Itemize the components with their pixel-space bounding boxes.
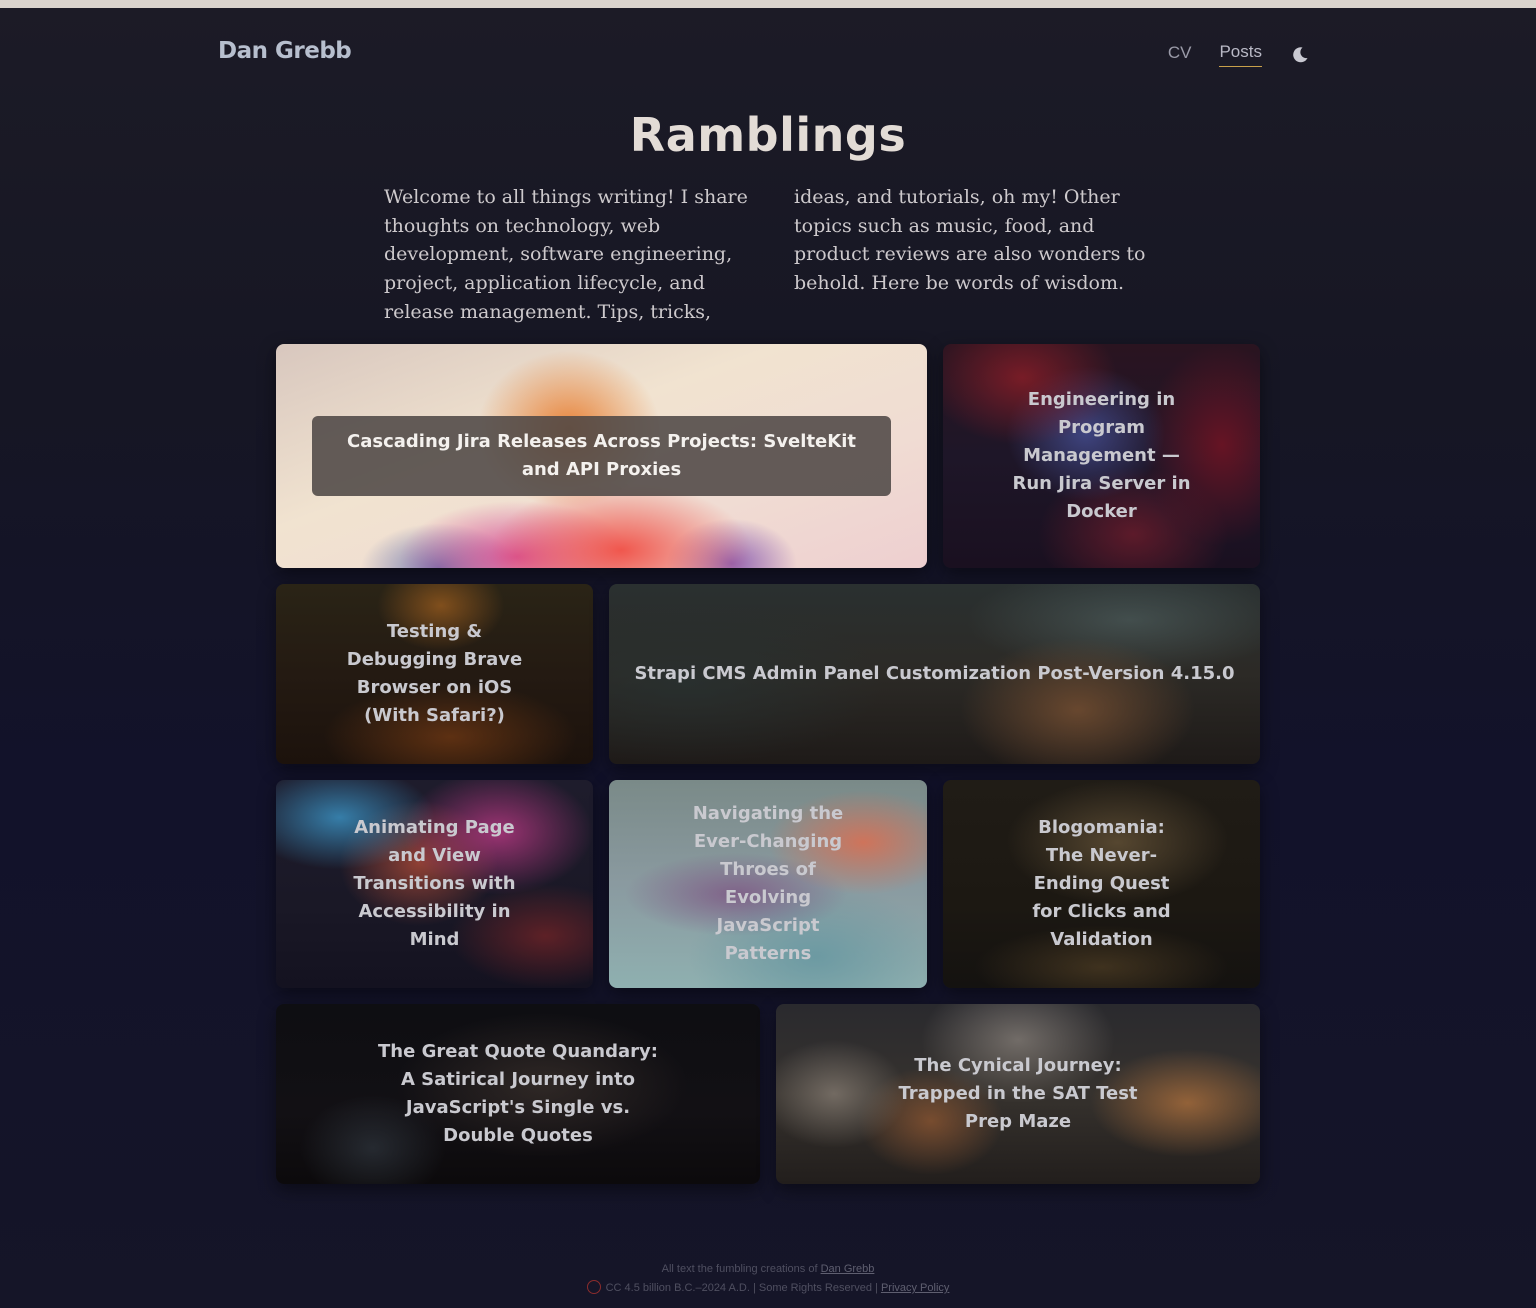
site-footer: All text the fumbling creations of Dan G… <box>0 1260 1536 1298</box>
privacy-policy-link[interactable]: Privacy Policy <box>881 1282 949 1294</box>
post-card[interactable]: Animating Page and View Transitions with… <box>276 780 593 988</box>
creative-commons-icon <box>586 1280 601 1294</box>
post-card-title: Blogomania: The Never-Ending Quest for C… <box>1032 817 1171 950</box>
post-card[interactable]: Navigating the Ever-Changing Throes of E… <box>609 780 927 988</box>
nav-link-cv[interactable]: CV <box>1168 43 1192 67</box>
post-card-title: Animating Page and View Transitions with… <box>353 817 516 950</box>
post-card[interactable]: The Cynical Journey: Trapped in the SAT … <box>776 1004 1260 1184</box>
post-card[interactable]: Cascading Jira Releases Across Projects:… <box>276 344 927 568</box>
post-card-title: Cascading Jira Releases Across Projects:… <box>312 416 891 496</box>
footer-author-link[interactable]: Dan Grebb <box>821 1263 875 1275</box>
site-brand-link[interactable]: Dan Grebb <box>218 38 352 64</box>
post-card-title: The Great Quote Quandary: A Satirical Jo… <box>378 1041 658 1146</box>
page-title: Ramblings <box>629 108 907 162</box>
nav-link-posts[interactable]: Posts <box>1219 42 1262 67</box>
post-card[interactable]: Strapi CMS Admin Panel Customization Pos… <box>609 584 1260 764</box>
post-card-title: Testing & Debugging Brave Browser on iOS… <box>346 621 523 726</box>
post-card[interactable]: Blogomania: The Never-Ending Quest for C… <box>943 780 1260 988</box>
post-card-title: Engineering in Program Management — Run … <box>1012 389 1191 522</box>
post-card-title: Strapi CMS Admin Panel Customization Pos… <box>634 663 1235 684</box>
moon-icon[interactable] <box>1290 45 1310 65</box>
post-card[interactable]: Testing & Debugging Brave Browser on iOS… <box>276 584 593 764</box>
footer-credit: All text the fumbling creations of Dan G… <box>0 1260 1536 1279</box>
footer-license: CC 4.5 billion B.C.–2024 A.D. | Some Rig… <box>0 1279 1536 1298</box>
post-card-title: The Cynical Journey: Trapped in the SAT … <box>898 1055 1138 1132</box>
post-card-title: Navigating the Ever-Changing Throes of E… <box>692 803 844 964</box>
page-intro: Welcome to all things writing! I share t… <box>384 186 1146 323</box>
top-accent-bar <box>0 0 1536 8</box>
post-card[interactable]: The Great Quote Quandary: A Satirical Jo… <box>276 1004 760 1184</box>
footer-license-text: CC 4.5 billion B.C.–2024 A.D. | Some Rig… <box>605 1282 881 1294</box>
footer-credit-text: All text the fumbling creations of <box>661 1263 821 1275</box>
main-nav: CV Posts <box>1168 42 1310 67</box>
post-card[interactable]: Engineering in Program Management — Run … <box>943 344 1260 568</box>
